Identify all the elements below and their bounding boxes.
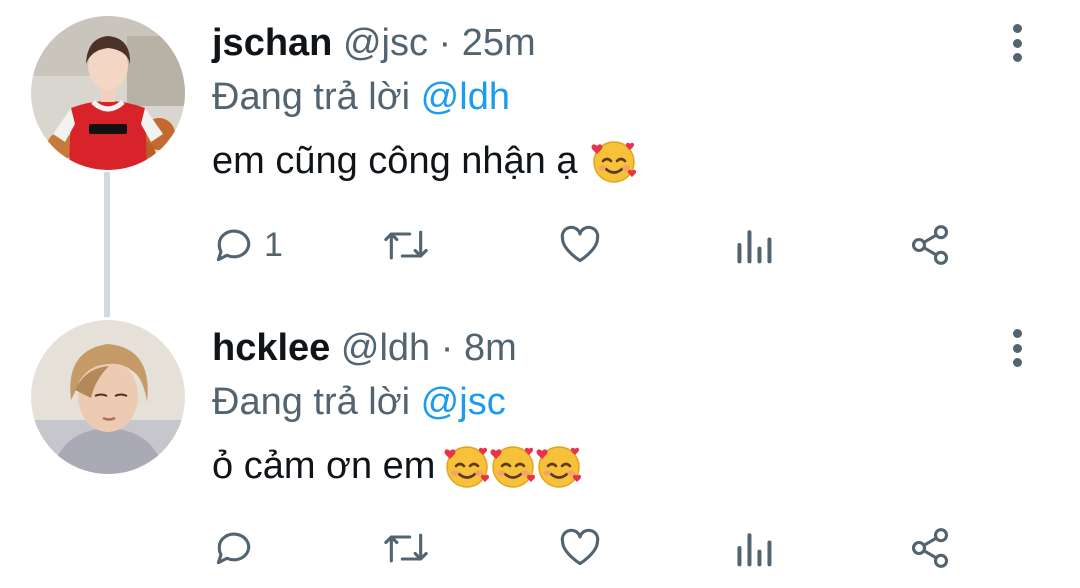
separator-dot: · [438, 22, 452, 64]
reply-count: 1 [264, 225, 283, 264]
tweet-text: em cũng công nhận ạ [212, 137, 638, 185]
mention-link[interactable]: @jsc [421, 381, 506, 423]
like-button[interactable] [557, 523, 603, 573]
tweet-text-content: ỏ cảm ơn em [212, 445, 436, 487]
share-button[interactable] [907, 220, 953, 270]
more-vertical-icon [1012, 329, 1022, 338]
retweet-button[interactable] [382, 523, 430, 573]
like-button[interactable] [557, 220, 603, 270]
timestamp[interactable]: 25m [462, 22, 536, 64]
emoji-group [445, 442, 583, 490]
heart-icon [560, 225, 600, 263]
share-icon [911, 225, 949, 265]
avatar[interactable] [31, 16, 185, 170]
smiling-face-with-hearts-emoji [489, 442, 537, 490]
analytics-icon [737, 230, 772, 264]
user-handle[interactable]: @ldh [341, 327, 430, 369]
separator-dot: · [440, 327, 454, 369]
share-icon [911, 528, 949, 568]
display-name[interactable]: hcklee [212, 327, 330, 369]
user-handle[interactable]: @jsc [343, 22, 428, 64]
reply-tweet[interactable]: hcklee @ldh · 8m Đang trả lời @jsc ỏ cảm… [0, 305, 1080, 588]
reply-icon [216, 229, 251, 262]
tweet-header: hcklee @ldh · 8m [212, 326, 517, 370]
analytics-button[interactable] [734, 523, 774, 573]
more-vertical-icon [1012, 24, 1022, 33]
smiling-face-with-hearts-emoji [590, 137, 638, 185]
reply-tweet[interactable]: jschan @jsc · 25m Đang trả lời @ldh em c… [0, 0, 1080, 300]
avatar[interactable] [31, 320, 185, 474]
analytics-icon [737, 533, 772, 567]
smiling-face-with-hearts-emoji [443, 442, 491, 490]
more-options-button[interactable] [1000, 323, 1034, 373]
smiling-face-with-hearts-emoji [535, 442, 583, 490]
more-options-button[interactable] [1000, 18, 1034, 68]
replying-to: Đang trả lời @jsc [212, 380, 506, 424]
share-button[interactable] [907, 523, 953, 573]
tweet-text: ỏ cảm ơn em [212, 442, 583, 490]
reply-button[interactable]: 1 [212, 220, 283, 270]
reply-icon [216, 532, 251, 565]
mention-link[interactable]: @ldh [421, 76, 510, 118]
tweet-actions: 1 [212, 220, 972, 270]
timestamp[interactable]: 8m [464, 327, 517, 369]
tweet-actions [212, 523, 972, 573]
tweet-header: jschan @jsc · 25m [212, 21, 536, 65]
replying-to: Đang trả lời @ldh [212, 75, 510, 119]
analytics-button[interactable] [734, 220, 774, 270]
retweet-button[interactable] [382, 220, 430, 270]
display-name[interactable]: jschan [212, 22, 332, 64]
tweet-text-content: em cũng công nhận ạ [212, 140, 578, 182]
heart-icon [560, 528, 600, 566]
reply-button[interactable] [212, 523, 264, 573]
replying-to-label: Đang trả lời [212, 381, 411, 423]
retweet-icon [384, 230, 428, 260]
replying-to-label: Đang trả lời [212, 76, 411, 118]
retweet-icon [384, 533, 428, 563]
